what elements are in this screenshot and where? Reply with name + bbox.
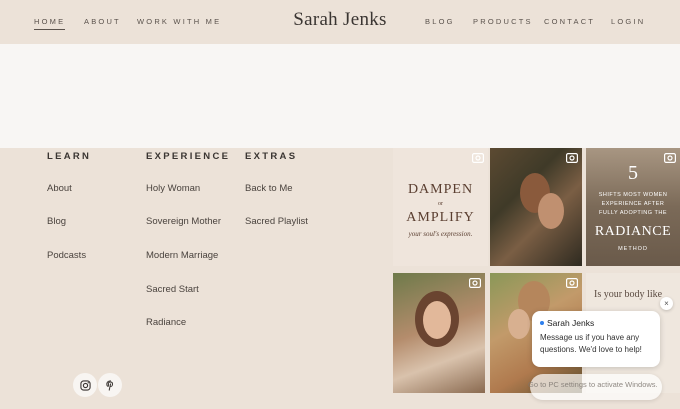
learn-heading: LEARN (47, 151, 92, 162)
nav-products[interactable]: PRODUCTS (473, 17, 533, 26)
tile-text-amplify: AMPLIFY (406, 210, 475, 225)
tile-radiance: RADIANCE (594, 224, 672, 239)
instagram-post-couple[interactable] (490, 148, 582, 266)
chat-popup[interactable]: Sarah Jenks Message us if you have any q… (532, 311, 660, 367)
instagram-icon[interactable] (73, 373, 97, 397)
camera-icon (469, 278, 481, 288)
tile-text-dampen: DAMPEN (407, 182, 474, 197)
site-logo[interactable]: Sarah Jenks (293, 9, 387, 30)
camera-icon (566, 153, 578, 163)
camera-icon (472, 153, 484, 163)
chat-header: Sarah Jenks (540, 318, 652, 328)
footer-link-radiance[interactable]: Radiance (146, 317, 186, 328)
footer-link-podcasts[interactable]: Podcasts (47, 250, 86, 261)
nav-about[interactable]: ABOUT (84, 17, 121, 26)
photo-face (423, 301, 451, 339)
photo-person (508, 309, 530, 339)
extras-heading: EXTRAS (245, 151, 298, 162)
top-nav: HOME ABOUT WORK WITH ME Sarah Jenks BLOG… (0, 0, 680, 44)
tile-line-1: SHIFTS MOST WOMEN (598, 192, 668, 198)
nav-blog[interactable]: BLOG (425, 17, 455, 26)
pinterest-icon[interactable] (98, 373, 122, 397)
footer-link-sovereign-mother[interactable]: Sovereign Mother (146, 216, 221, 227)
tile-number: 5 (628, 162, 638, 184)
tile-line-3: FULLY ADOPTING THE (599, 210, 667, 216)
camera-icon (566, 278, 578, 288)
online-dot-icon (540, 321, 544, 325)
windows-activation-watermark: Go to PC settings to activate Windows. (528, 380, 658, 389)
instagram-post-dampen-amplify[interactable]: DAMPEN or AMPLIFY your soul's expression… (393, 148, 488, 266)
experience-heading: EXPERIENCE (146, 151, 231, 162)
chat-message: Message us if you have any questions. We… (540, 333, 642, 354)
photo-person (538, 193, 564, 229)
close-chat-button[interactable]: × (660, 297, 673, 310)
footer-link-back-to-me[interactable]: Back to Me (245, 183, 293, 194)
nav-contact[interactable]: CONTACT (544, 17, 595, 26)
footer-link-sacred-playlist[interactable]: Sacred Playlist (245, 216, 308, 227)
tile-line-2: EXPERIENCE AFTER (601, 201, 665, 207)
footer-link-sacred-start[interactable]: Sacred Start (146, 284, 199, 295)
tile-text-sub: your soul's expression. (408, 230, 473, 238)
nav-login[interactable]: LOGIN (611, 17, 645, 26)
footer-link-modern-marriage[interactable]: Modern Marriage (146, 250, 218, 261)
footer-link-blog[interactable]: Blog (47, 216, 66, 227)
nav-work-with-me[interactable]: WORK WITH ME (137, 17, 221, 26)
instagram-post-portrait[interactable] (393, 273, 485, 393)
footer-link-about[interactable]: About (47, 183, 72, 194)
tile-text-or: or (438, 201, 443, 207)
tile-question: Is your body like (594, 289, 663, 300)
tile-method: METHOD (618, 246, 648, 252)
nav-home[interactable]: HOME (34, 17, 66, 30)
instagram-post-radiance[interactable]: 5 SHIFTS MOST WOMEN EXPERIENCE AFTER FUL… (586, 148, 680, 266)
chat-sender-name: Sarah Jenks (547, 318, 595, 328)
footer-link-holy-woman[interactable]: Holy Woman (146, 183, 200, 194)
hero-band (0, 44, 680, 148)
